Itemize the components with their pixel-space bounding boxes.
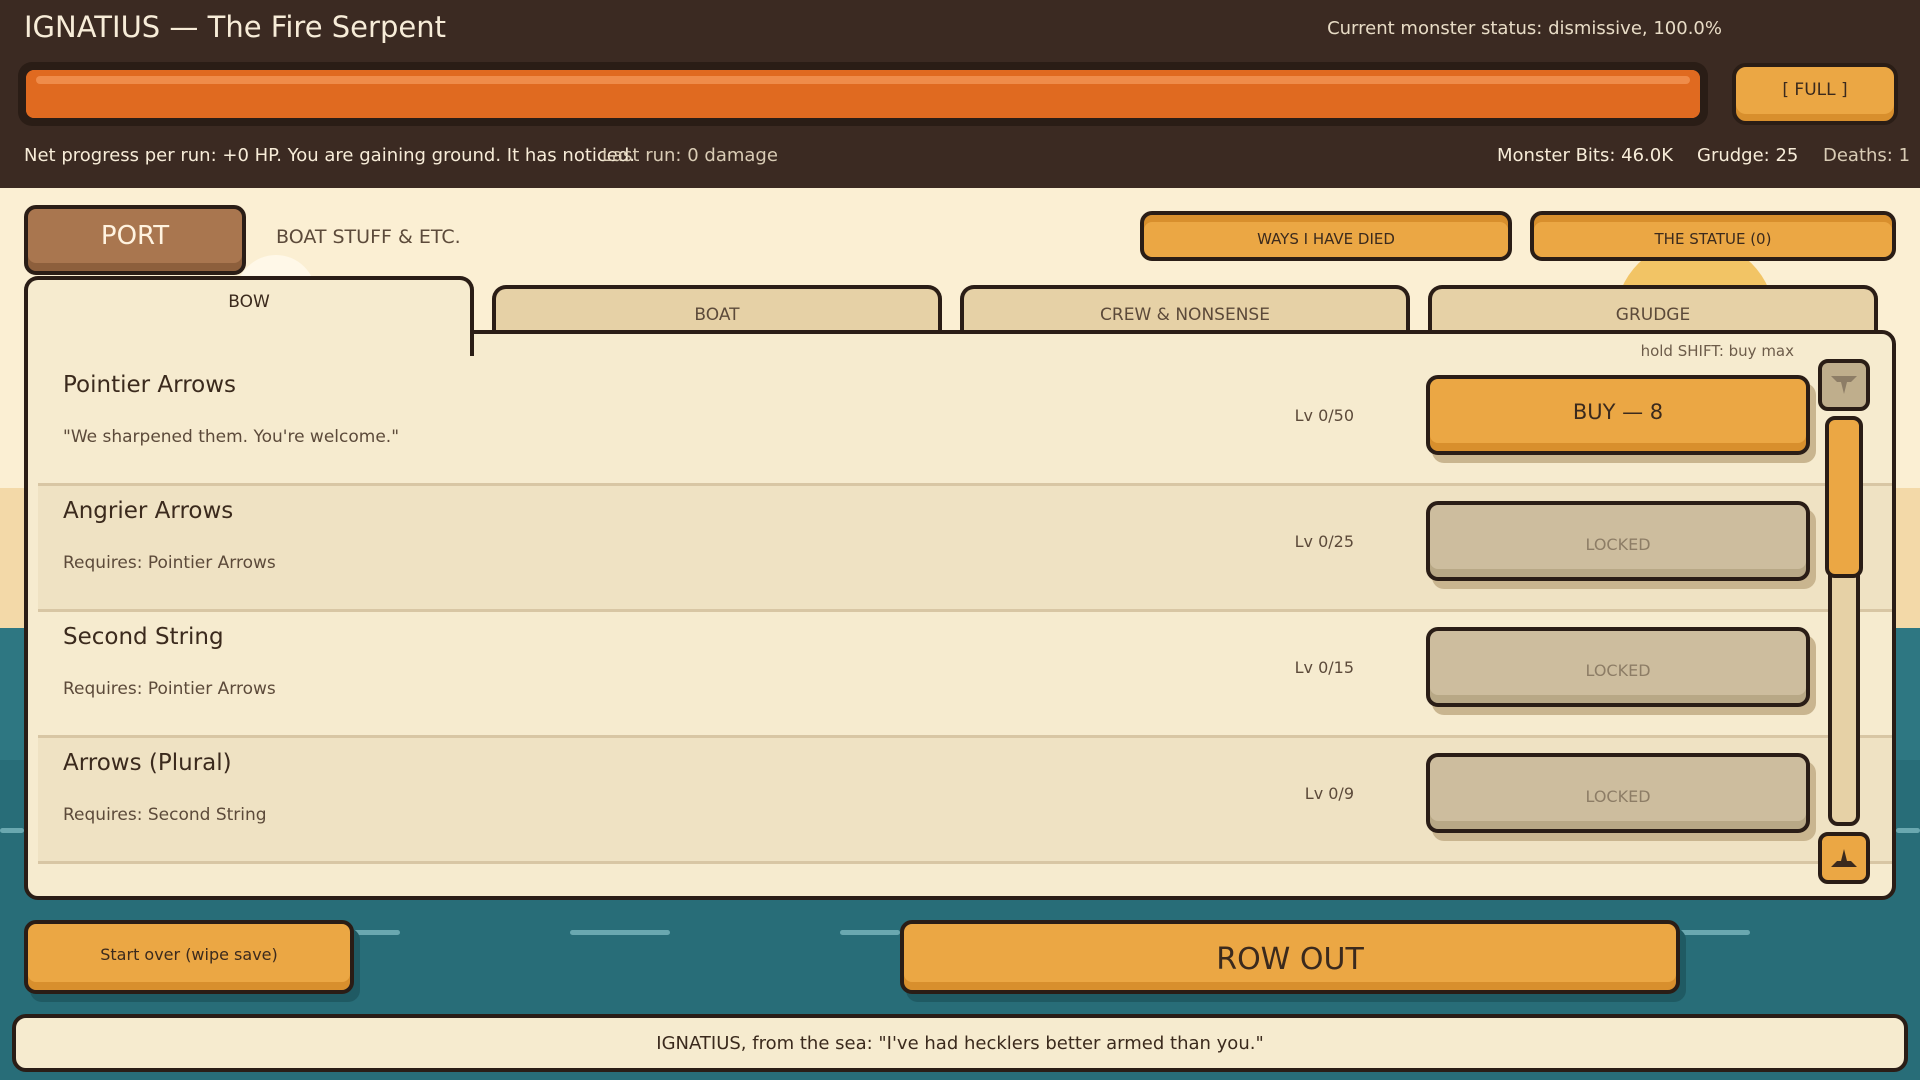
wave-decoration [0,828,24,833]
last-run-text: Last run: 0 damage [602,145,778,166]
ways-i-have-died-button[interactable]: WAYS I HAVE DIED [1140,211,1512,261]
upgrade-row: Arrows (Plural) Requires: Second String … [38,738,1892,864]
hp-bar-shine [36,76,1690,84]
monster-taunt: IGNATIUS, from the sea: "I've had heckle… [12,1014,1908,1072]
upgrade-name: Pointier Arrows [63,372,237,398]
hp-bar-track [26,70,1700,118]
upgrade-level: Lv 0/50 [1294,406,1354,425]
upgrade-name: Arrows (Plural) [63,750,232,776]
port-button[interactable]: PORT [24,205,246,275]
upgrade-name: Second String [63,624,224,650]
scroll-down-button[interactable] [1818,832,1870,884]
upgrade-description: "We sharpened them. You're welcome." [63,427,400,447]
scroll-up-button[interactable] [1818,359,1870,411]
buy-max-hint: hold SHIFT: buy max [1640,342,1794,360]
boss-header: IGNATIUS — The Fire Serpent Current mons… [0,0,1920,188]
port-subtitle: BOAT STUFF & ETC. [276,226,461,248]
tab-bow[interactable]: BOW [24,276,474,356]
tab-crew-and-nonsense[interactable]: CREW & NONSENSE [960,285,1410,335]
grudge-counter: Grudge: 25 [1697,145,1799,166]
upgrade-description: Requires: Second String [63,805,267,825]
upgrade-level: Lv 0/9 [1304,784,1354,803]
monster-status: Current monster status: dismissive, 100.… [1327,18,1722,39]
triangle-up-icon [1831,849,1857,867]
wipe-save-button[interactable]: Start over (wipe save) [24,920,354,994]
row-out-button[interactable]: ROW OUT [900,920,1680,994]
locked-button[interactable]: LOCKED [1426,501,1810,581]
upgrade-row: Pointier Arrows "We sharpened them. You'… [38,360,1892,486]
monster-bits-counter: Monster Bits: 46.0K [1497,145,1674,166]
upgrade-description: Requires: Pointier Arrows [63,679,276,699]
hp-full-indicator[interactable]: [ FULL ] [1732,63,1898,125]
upgrade-list: Pointier Arrows "We sharpened them. You'… [38,360,1892,864]
wave-decoration [570,930,670,935]
wave-decoration [1896,828,1920,833]
scrollbar-thumb[interactable] [1825,416,1863,578]
boss-title: IGNATIUS — The Fire Serpent [24,10,446,44]
deaths-counter: Deaths: 1 [1823,145,1911,166]
upgrade-name: Angrier Arrows [63,498,234,524]
wave-decoration [1680,930,1750,935]
net-progress-text: Net progress per run: +0 HP. You are gai… [24,145,636,166]
tab-boat[interactable]: BOAT [492,285,942,335]
upgrade-level: Lv 0/15 [1294,658,1354,677]
upgrade-row: Second String Requires: Pointier Arrows … [38,612,1892,738]
the-statue-button[interactable]: THE STATUE (0) [1530,211,1896,261]
buy-button[interactable]: BUY — 8 [1426,375,1810,455]
upgrade-level: Lv 0/25 [1294,532,1354,551]
upgrade-description: Requires: Pointier Arrows [63,553,276,573]
locked-button[interactable]: LOCKED [1426,627,1810,707]
locked-button[interactable]: LOCKED [1426,753,1810,833]
upgrade-row: Angrier Arrows Requires: Pointier Arrows… [38,486,1892,612]
upgrade-shop-panel: hold SHIFT: buy max Pointier Arrows "We … [24,330,1896,900]
tab-grudge[interactable]: GRUDGE [1428,285,1878,335]
boss-hp-bar [18,62,1708,126]
triangle-down-icon [1831,376,1857,394]
wave-decoration [840,930,900,935]
